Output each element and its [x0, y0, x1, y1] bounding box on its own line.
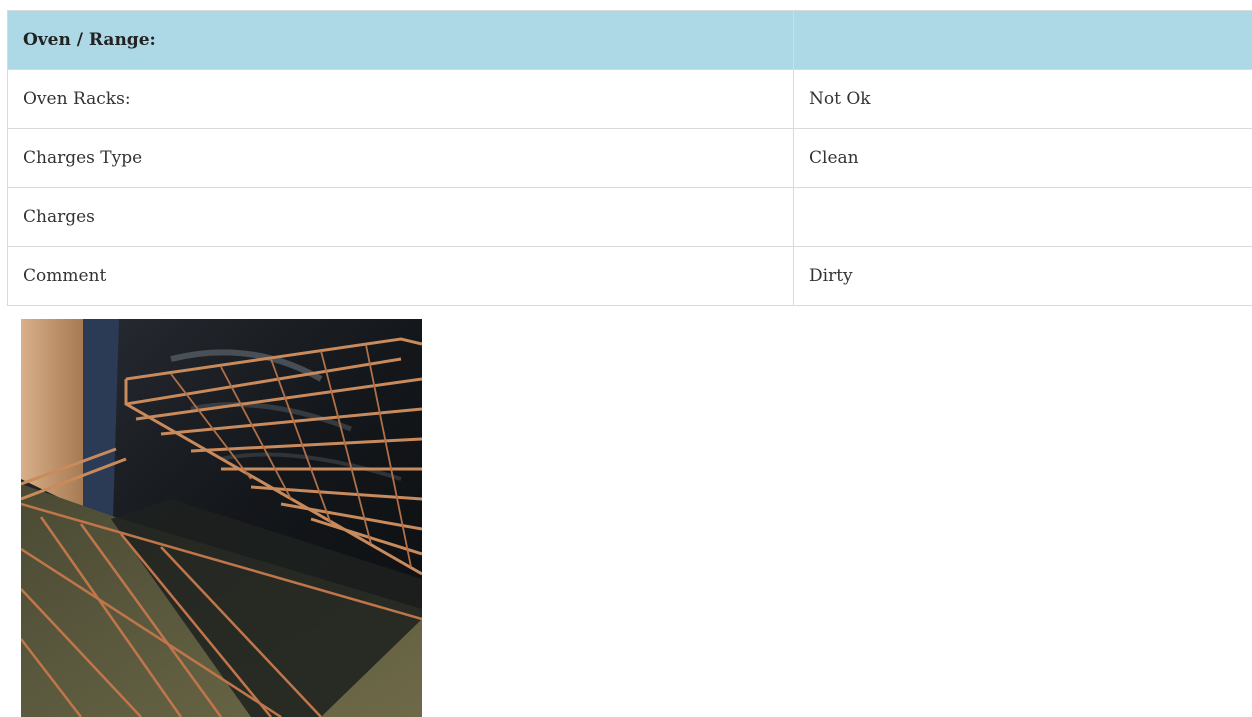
oven-range-table: Oven / Range: Oven Racks: Not Ok Charges…: [7, 10, 1252, 306]
oven-photo-illustration: [21, 319, 422, 717]
section-title: Oven / Range:: [7, 10, 794, 70]
oven-racks-photo[interactable]: [21, 319, 422, 717]
row-label-charges: Charges: [7, 187, 794, 247]
row-value-charges-type: Clean: [793, 128, 1252, 188]
table-row: Charges Type Clean: [7, 128, 1252, 188]
table-row: Oven Racks: Not Ok: [7, 69, 1252, 129]
section-title-value: [793, 10, 1252, 70]
door-frame: [83, 319, 119, 519]
inspection-page: Oven / Range: Oven Racks: Not Ok Charges…: [0, 0, 1252, 717]
row-value-comment: Dirty: [793, 246, 1252, 306]
row-value-oven-racks: Not Ok: [793, 69, 1252, 129]
row-value-charges: [793, 187, 1252, 247]
row-label-comment: Comment: [7, 246, 794, 306]
section-header-row: Oven / Range:: [7, 10, 1252, 70]
table-row: Comment Dirty: [7, 246, 1252, 306]
row-label-charges-type: Charges Type: [7, 128, 794, 188]
table-row: Charges: [7, 187, 1252, 247]
row-label-oven-racks: Oven Racks:: [7, 69, 794, 129]
